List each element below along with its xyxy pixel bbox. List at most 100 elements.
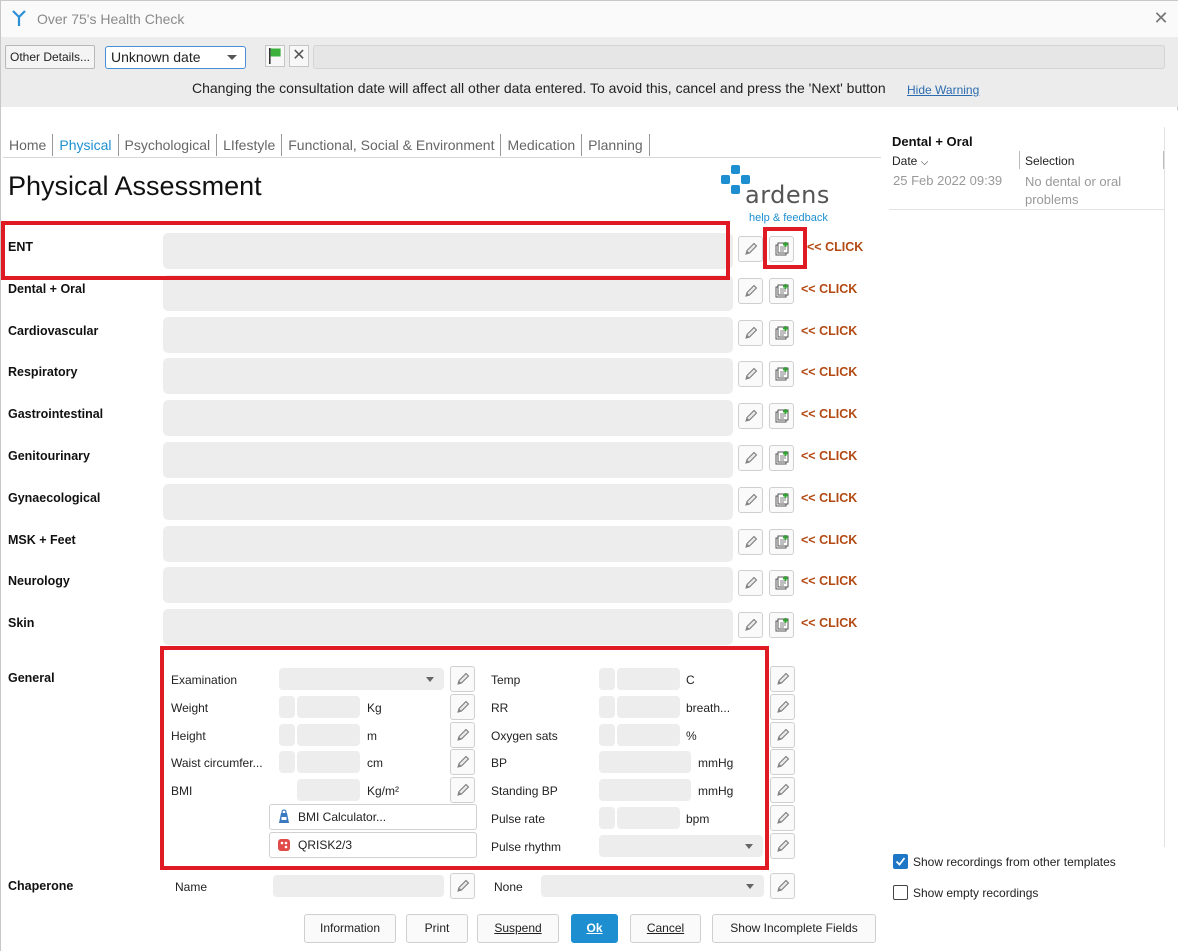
row-edit-button[interactable] [738, 236, 763, 262]
row-add-template-button[interactable] [769, 278, 794, 304]
qualifier-field[interactable] [599, 807, 615, 829]
information-button[interactable]: Information [304, 914, 396, 943]
ardens-logo[interactable]: ardens help & feedback [721, 165, 841, 225]
other-details-button[interactable]: Other Details... [5, 45, 95, 69]
general-edit-button[interactable] [450, 749, 475, 775]
chaperone-name-edit-button[interactable] [450, 873, 475, 899]
general-edit-button[interactable] [770, 666, 795, 692]
value-field[interactable] [297, 751, 360, 773]
qrisk-button[interactable]: QRISK2/3 [269, 832, 477, 858]
value-field[interactable] [297, 696, 360, 718]
value-field[interactable] [297, 779, 360, 801]
show-empty-recordings-checkbox[interactable] [893, 885, 908, 900]
qualifier-field[interactable] [279, 751, 295, 773]
value-field[interactable] [617, 696, 680, 718]
consultation-date-select[interactable]: Unknown date [105, 46, 246, 69]
row-add-template-button[interactable] [769, 361, 794, 387]
general-edit-button[interactable] [450, 777, 475, 803]
examination-select[interactable] [279, 668, 444, 690]
row-add-template-button[interactable] [769, 445, 794, 471]
flag-button[interactable] [265, 45, 285, 67]
selection-column-header[interactable]: Selection [1025, 154, 1074, 168]
row-edit-button[interactable] [738, 529, 763, 555]
qualifier-field[interactable] [599, 724, 615, 746]
hide-warning-link[interactable]: Hide Warning [907, 83, 979, 97]
general-edit-button[interactable] [770, 833, 795, 859]
column-divider [1019, 151, 1020, 169]
tab-lifestyle[interactable]: LIfestyle [217, 134, 283, 156]
general-edit-button[interactable] [770, 777, 795, 803]
row-edit-button[interactable] [738, 403, 763, 429]
close-icon[interactable]: ✕ [1151, 7, 1171, 29]
general-edit-button[interactable] [450, 666, 475, 692]
tab-planning[interactable]: Planning [582, 134, 650, 156]
qualifier-field[interactable] [599, 668, 615, 690]
value-field[interactable] [617, 807, 680, 829]
row-edit-button[interactable] [738, 278, 763, 304]
row-input[interactable] [163, 233, 733, 269]
row-input[interactable] [163, 567, 733, 603]
row-edit-button[interactable] [738, 612, 763, 638]
tab-home[interactable]: Home [3, 134, 54, 156]
row-add-template-button[interactable] [769, 403, 794, 429]
bmi-calculator-button[interactable]: BMI Calculator... [269, 804, 477, 830]
general-edit-button[interactable] [770, 722, 795, 748]
date-column-header[interactable]: Date ⌵ [892, 154, 928, 168]
show-other-templates-checkbox[interactable] [893, 854, 908, 869]
row-add-template-button[interactable] [769, 236, 794, 262]
qualifier-field[interactable] [279, 724, 295, 746]
tab-physical[interactable]: Physical [53, 134, 119, 156]
general-edit-button[interactable] [770, 694, 795, 720]
general-label: General [8, 671, 55, 685]
general-edit-button[interactable] [770, 805, 795, 831]
click-hint: << CLICK [801, 324, 858, 338]
row-add-template-button[interactable] [769, 570, 794, 596]
date-input-field[interactable] [313, 45, 1165, 69]
row-edit-button[interactable] [738, 570, 763, 596]
print-button[interactable]: Print [406, 914, 468, 943]
row-label: ENT [8, 240, 33, 254]
clear-date-button[interactable]: ✕ [289, 45, 309, 67]
value-field[interactable] [599, 751, 691, 773]
row-input[interactable] [163, 609, 733, 645]
general-edit-button[interactable] [450, 694, 475, 720]
value-field[interactable] [617, 724, 680, 746]
tab-medication[interactable]: Medication [501, 134, 583, 156]
row-add-template-button[interactable] [769, 529, 794, 555]
row-input[interactable] [163, 400, 733, 436]
row-input[interactable] [163, 358, 733, 394]
value-field[interactable] [617, 668, 680, 690]
ok-button[interactable]: Ok [571, 914, 618, 943]
row-edit-button[interactable] [738, 445, 763, 471]
row-add-template-button[interactable] [769, 487, 794, 513]
qualifier-field[interactable] [599, 696, 615, 718]
row-input[interactable] [163, 442, 733, 478]
pulse-rhythm-select[interactable] [599, 835, 763, 857]
tab-psychological[interactable]: Psychological [119, 134, 218, 156]
chaperone-select[interactable] [541, 875, 764, 897]
chevron-down-icon: ⌵ [920, 157, 929, 168]
cancel-button[interactable]: Cancel [630, 914, 701, 943]
suspend-button[interactable]: Suspend [477, 914, 559, 943]
row-input[interactable] [163, 484, 733, 520]
value-field[interactable] [599, 779, 691, 801]
tab-functional-social-environment[interactable]: Functional, Social & Environment [282, 134, 502, 156]
row-edit-button[interactable] [738, 361, 763, 387]
general-edit-button[interactable] [450, 722, 475, 748]
general-right-label: RR [491, 701, 509, 715]
show-incomplete-fields-button[interactable]: Show Incomplete Fields [712, 914, 876, 943]
recordings-panel: Dental + Oral Date ⌵ Selection 25 Feb 20… [885, 127, 1165, 847]
chaperone-select-edit-button[interactable] [770, 873, 795, 899]
row-add-template-button[interactable] [769, 612, 794, 638]
row-input[interactable] [163, 275, 733, 311]
chaperone-name-input[interactable] [273, 875, 444, 897]
row-add-template-button[interactable] [769, 320, 794, 346]
general-edit-button[interactable] [770, 749, 795, 775]
row-input[interactable] [163, 317, 733, 353]
help-feedback-link[interactable]: help & feedback [749, 212, 828, 224]
row-input[interactable] [163, 526, 733, 562]
value-field[interactable] [297, 724, 360, 746]
row-edit-button[interactable] [738, 487, 763, 513]
row-edit-button[interactable] [738, 320, 763, 346]
qualifier-field[interactable] [279, 696, 295, 718]
